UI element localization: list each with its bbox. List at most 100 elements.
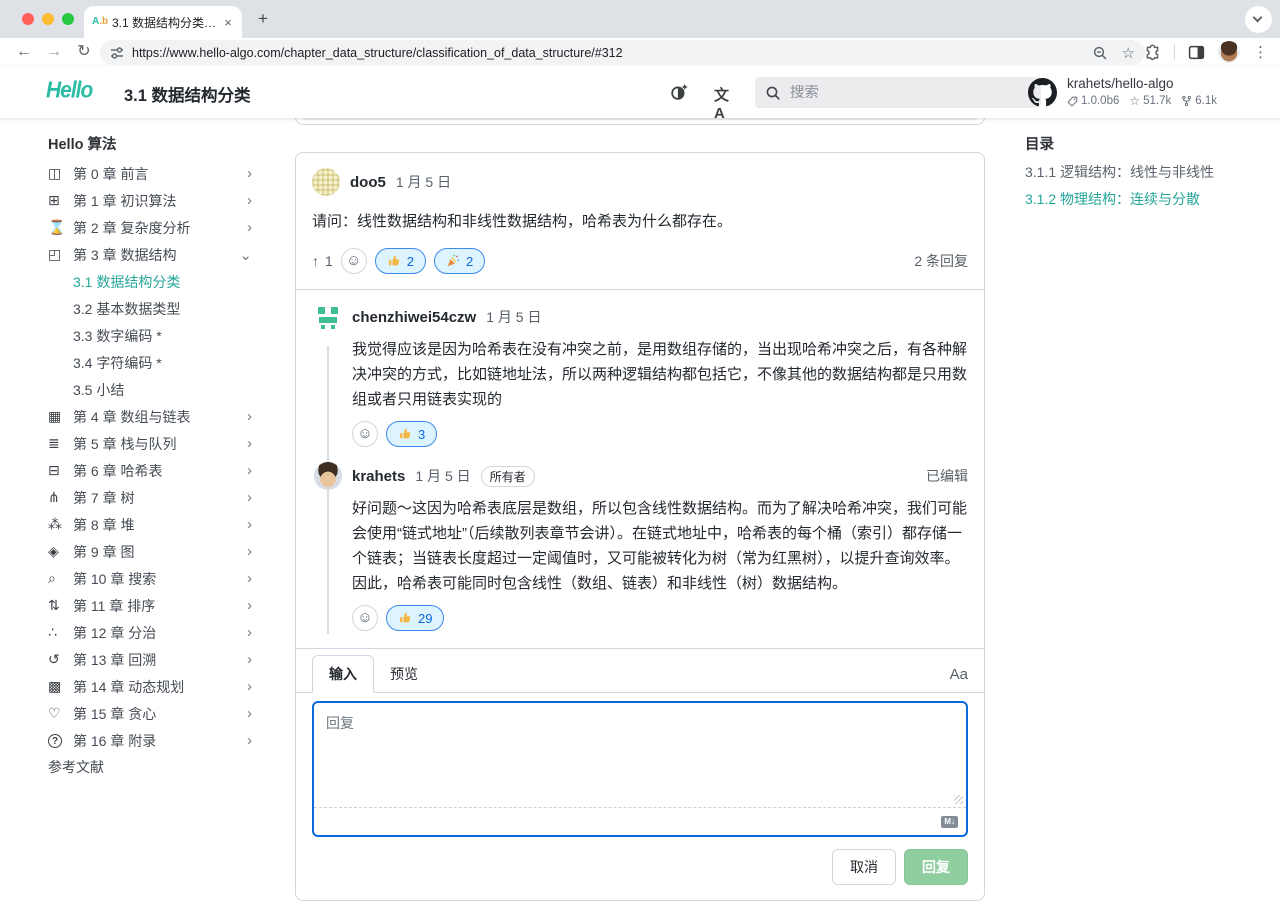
resize-handle[interactable] [954, 795, 963, 804]
reaction-thumbs-up[interactable]: 2 [375, 248, 426, 274]
sidebar-item-ch15[interactable]: ♡第 15 章 贪心› [48, 700, 252, 727]
sidebar-item-ch6[interactable]: ⊟第 6 章 哈希表› [48, 457, 252, 484]
reaction-count: 29 [418, 611, 432, 626]
address-bar[interactable]: https://www.hello-algo.com/chapter_data_… [100, 40, 1145, 65]
sidebar-item-label: 第 6 章 哈希表 [73, 461, 247, 481]
chevron-right-icon: › [247, 705, 252, 722]
sidebar-item-s3-3[interactable]: 3.3 数字编码 * [48, 322, 252, 349]
tab-write[interactable]: 输入 [312, 655, 374, 693]
forward-button[interactable]: → [42, 40, 66, 64]
translate-button[interactable]: 文A [714, 84, 738, 108]
reply-textarea[interactable]: 回复 M↓ [312, 701, 968, 837]
add-reaction-button[interactable]: ☺ [341, 248, 367, 274]
sidebar-item-ch4[interactable]: ▦第 4 章 数组与链表› [48, 403, 252, 430]
sidebar-item-ch16[interactable]: ?第 16 章 附录› [48, 727, 252, 754]
search-input[interactable] [790, 85, 1010, 101]
submit-reply-button[interactable]: 回复 [904, 849, 968, 885]
reload-button[interactable]: ↻ [72, 40, 96, 64]
cancel-button[interactable]: 取消 [832, 849, 896, 885]
comment-date[interactable]: 1 月 5 日 [396, 172, 451, 192]
avatar[interactable] [314, 303, 342, 331]
theme-toggle-button[interactable] [668, 81, 692, 105]
browser-titlebar: A.b 3.1 数据结构分类 - Hello 算法 × + [0, 0, 1280, 38]
new-tab-button[interactable]: + [252, 8, 274, 30]
sidebar-item-ch9[interactable]: ◈第 9 章 图› [48, 538, 252, 565]
repo-link[interactable]: krahets/hello-algo 1.0.0b6 ☆ 51.7k [1028, 76, 1217, 108]
upvote-button[interactable]: ↑ 1 [312, 253, 333, 269]
reaction-count: 3 [418, 427, 425, 442]
reaction-count: 2 [466, 254, 473, 269]
stack-icon: ≣ [48, 435, 73, 452]
reply-author[interactable]: krahets [352, 468, 405, 485]
tab-overview-button[interactable] [1245, 6, 1272, 33]
text-format-button[interactable]: Aa [950, 666, 968, 683]
sidebar-item-ch1[interactable]: ⊞第 1 章 初识算法› [48, 187, 252, 214]
sidebar-item-ch8[interactable]: ⁂第 8 章 堆› [48, 511, 252, 538]
search-box[interactable] [755, 77, 1041, 108]
add-reaction-button[interactable]: ☺ [352, 605, 378, 631]
search-icon: ⌕ [48, 570, 73, 587]
browser-menu-button[interactable]: ⋮ [1253, 43, 1268, 61]
add-reaction-button[interactable]: ☺ [352, 421, 378, 447]
sidebar-item-label: 第 8 章 堆 [73, 515, 247, 535]
reaction-thumbs-up[interactable]: 29 [386, 605, 444, 631]
sidebar-item-ch13[interactable]: ↺第 13 章 回溯› [48, 646, 252, 673]
sidebar-item-label: 第 12 章 分治 [73, 623, 247, 643]
search-icon [765, 85, 781, 101]
sidebar-item-ch0[interactable]: ◫第 0 章 前言› [48, 160, 252, 187]
sidebar-item-s3-1[interactable]: 3.1 数据结构分类 [48, 268, 252, 295]
repo-stars: ☆ 51.7k [1129, 94, 1171, 108]
sidebar-item-ch11[interactable]: ⇅第 11 章 排序› [48, 592, 252, 619]
avatar[interactable] [312, 168, 340, 196]
sidebar-item-s3-5[interactable]: 3.5 小结 [48, 376, 252, 403]
reaction-party[interactable]: 2 [434, 248, 485, 274]
sidebar-item-ch10[interactable]: ⌕第 10 章 搜索› [48, 565, 252, 592]
toc-item-2[interactable]: 3.1.2 物理结构：连续与分散 [1025, 186, 1265, 213]
reaction-thumbs-up[interactable]: 3 [386, 421, 437, 447]
sidebar-item-s3-4[interactable]: 3.4 字符编码 * [48, 349, 252, 376]
site-logo[interactable]: Hello [46, 78, 92, 104]
tab-preview[interactable]: 预览 [374, 656, 434, 692]
close-window-button[interactable] [22, 13, 34, 25]
chevron-right-icon: › [247, 678, 252, 695]
reply-date[interactable]: 1 月 5 日 [415, 466, 470, 486]
sidebar-item-ch3[interactable]: ◰第 3 章 数据结构⌄ [48, 241, 252, 268]
site-settings-icon[interactable] [110, 46, 124, 60]
hashtable-icon: ⊟ [48, 462, 73, 479]
browser-profile-avatar[interactable] [1218, 41, 1240, 63]
sidebar-item-references[interactable]: 参考文献 [48, 754, 252, 781]
sidebar-item-ch12[interactable]: ∴第 12 章 分治› [48, 619, 252, 646]
sidebar-item-s3-2[interactable]: 3.2 基本数据类型 [48, 295, 252, 322]
reply-author[interactable]: chenzhiwei54czw [352, 309, 476, 326]
appendix-icon: ? [48, 734, 73, 748]
comment-author[interactable]: doo5 [350, 174, 386, 191]
reply-editor-tabs: 输入 预览 Aa [296, 648, 984, 693]
divide-conquer-icon: ∴ [48, 624, 73, 641]
reply-date[interactable]: 1 月 5 日 [486, 307, 541, 327]
maximize-window-button[interactable] [62, 13, 74, 25]
markdown-icon[interactable]: M↓ [941, 816, 958, 828]
thumbs-up-icon [387, 254, 401, 268]
browser-tab[interactable]: A.b 3.1 数据结构分类 - Hello 算法 × [84, 6, 242, 38]
zoom-icon[interactable] [1092, 45, 1108, 61]
avatar[interactable] [314, 462, 342, 490]
sidebar-item-ch14[interactable]: ▩第 14 章 动态规划› [48, 673, 252, 700]
sidebar-item-ch7[interactable]: ⋔第 7 章 树› [48, 484, 252, 511]
sidebar-item-ch2[interactable]: ⌛第 2 章 复杂度分析› [48, 214, 252, 241]
toc-item-1[interactable]: 3.1.1 逻辑结构：线性与非线性 [1025, 159, 1265, 186]
back-button[interactable]: ← [12, 40, 36, 64]
chevron-right-icon: › [247, 408, 252, 425]
heap-icon: ⁂ [48, 516, 73, 533]
url-text: https://www.hello-algo.com/chapter_data_… [132, 46, 1084, 60]
chevron-right-icon: › [247, 462, 252, 479]
bookmark-star-icon[interactable]: ☆ [1122, 44, 1135, 62]
minimize-window-button[interactable] [42, 13, 54, 25]
page-title: 3.1 数据结构分类 [124, 82, 251, 106]
sidebar-nav: Hello 算法 ◫第 0 章 前言›⊞第 1 章 初识算法›⌛第 2 章 复杂… [48, 132, 252, 781]
side-panel-icon[interactable] [1188, 44, 1205, 61]
extensions-icon[interactable] [1144, 44, 1161, 61]
close-tab-icon[interactable]: × [222, 15, 234, 30]
sidebar-item-ch5[interactable]: ≣第 5 章 栈与队列› [48, 430, 252, 457]
site-header: Hello 3.1 数据结构分类 文A krahets/hello-algo [0, 66, 1280, 118]
replies-count-label: 2 条回复 [914, 251, 968, 271]
